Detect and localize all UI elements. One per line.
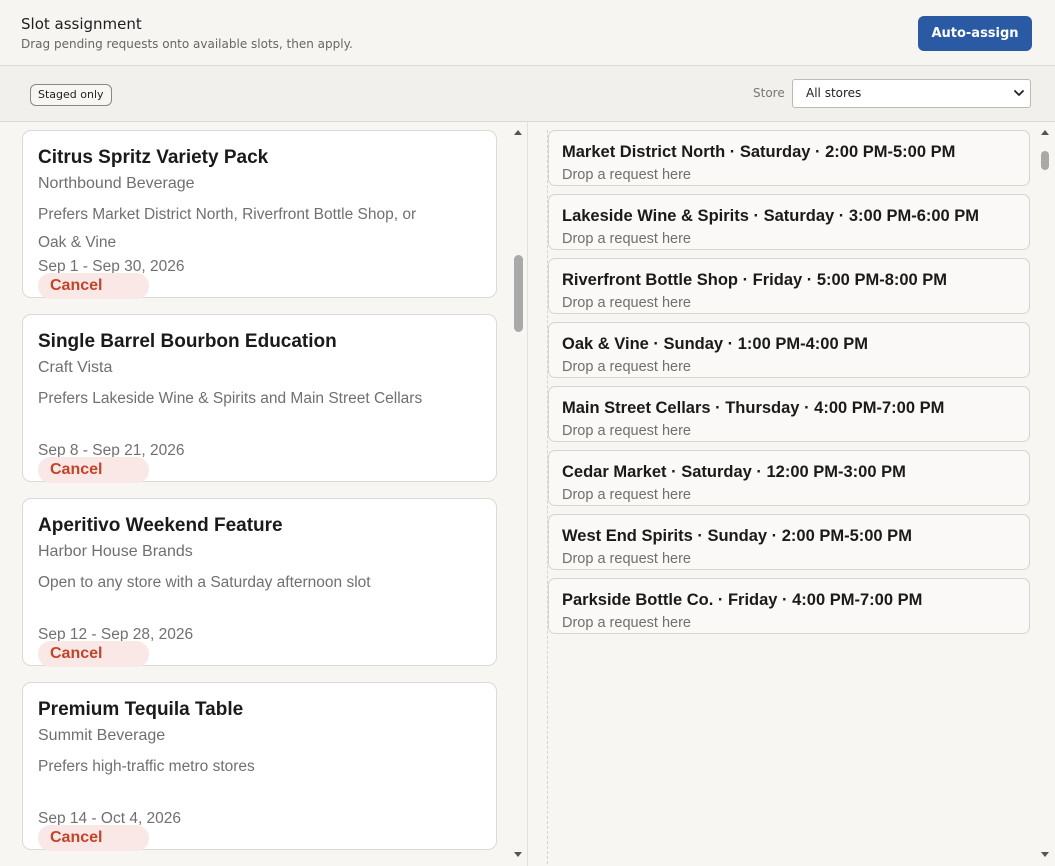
slot-hint: Drop a request here	[562, 295, 691, 311]
slot-title: Lakeside Wine & Spirits · Saturday · 3:0…	[562, 207, 980, 225]
slot-hint: Drop a request here	[562, 423, 691, 439]
request-title: Single Barrel Bourbon Education	[38, 331, 337, 352]
slot-hint: Drop a request here	[562, 359, 691, 375]
request-card[interactable]: Citrus Spritz Variety Pack Northbound Be…	[22, 130, 497, 299]
slot-drop-zone[interactable]: Market District North · Saturday · 2:00 …	[548, 130, 1030, 186]
slot-title: Riverfront Bottle Shop · Friday · 5:00 P…	[562, 271, 948, 289]
slot-drop-zone[interactable]: Main Street Cellars · Thursday · 4:00 PM…	[548, 386, 1030, 442]
slot-list-scrollbar[interactable]	[1041, 151, 1049, 170]
page-title: Slot assignment	[21, 15, 142, 33]
request-preference: Prefers high-traffic metro stores	[38, 758, 255, 775]
store-select[interactable]: All stores	[792, 79, 1031, 108]
slot-title: Parkside Bottle Co. · Friday · 4:00 PM-7…	[562, 591, 923, 609]
slot-drop-zone[interactable]: Oak & Vine · Sunday · 1:00 PM-4:00 PM Dr…	[548, 322, 1030, 378]
slot-hint: Drop a request here	[562, 487, 691, 503]
request-vendor: Craft Vista	[38, 359, 113, 376]
request-card[interactable]: Aperitivo Weekend Feature Harbor House B…	[22, 498, 497, 667]
slot-title: Main Street Cellars · Thursday · 4:00 PM…	[562, 399, 945, 417]
scroll-down-arrow-icon[interactable]	[1040, 851, 1050, 859]
request-preference: Prefers Market District North, Riverfron…	[38, 206, 417, 251]
request-preference: Prefers Lakeside Wine & Spirits and Main…	[38, 390, 423, 407]
slot-drop-zone[interactable]: Riverfront Bottle Shop · Friday · 5:00 P…	[548, 258, 1030, 314]
slot-drop-zone[interactable]: Cedar Market · Saturday · 12:00 PM-3:00 …	[548, 450, 1030, 506]
scroll-up-arrow-icon[interactable]	[513, 128, 523, 136]
request-card[interactable]: Premium Tequila Table Summit Beverage Pr…	[22, 682, 497, 851]
page-subtitle: Drag pending requests onto available slo…	[21, 37, 353, 51]
slot-hint: Drop a request here	[562, 615, 691, 631]
request-title: Premium Tequila Table	[38, 699, 244, 720]
slot-hint: Drop a request here	[562, 551, 691, 567]
pane-divider	[527, 122, 528, 866]
store-filter-label: Store	[753, 86, 785, 100]
staged-only-toggle[interactable]: Staged only	[30, 84, 112, 106]
slot-drop-zone[interactable]: West End Spirits · Sunday · 2:00 PM-5:00…	[548, 514, 1030, 570]
slot-drop-zone[interactable]: Parkside Bottle Co. · Friday · 4:00 PM-7…	[548, 578, 1030, 634]
cancel-button[interactable]: Cancel	[38, 273, 149, 299]
request-preference: Open to any store with a Saturday aftern…	[38, 574, 371, 591]
request-vendor: Harbor House Brands	[38, 543, 193, 560]
request-title: Aperitivo Weekend Feature	[38, 515, 283, 536]
chevron-down-icon	[1014, 90, 1024, 96]
slot-title: Market District North · Saturday · 2:00 …	[562, 143, 956, 161]
request-title: Citrus Spritz Variety Pack	[38, 147, 269, 168]
store-select-value: All stores	[806, 86, 862, 100]
request-vendor: Summit Beverage	[38, 727, 166, 744]
cancel-button[interactable]: Cancel	[38, 457, 149, 483]
slot-title: Cedar Market · Saturday · 12:00 PM-3:00 …	[562, 463, 906, 481]
filter-toolbar: Staged only Store All stores	[0, 66, 1055, 122]
scroll-up-arrow-icon[interactable]	[1040, 128, 1050, 136]
cancel-button[interactable]: Cancel	[38, 641, 149, 667]
slot-hint: Drop a request here	[562, 231, 691, 247]
page-header: Slot assignment Drag pending requests on…	[0, 0, 1055, 66]
slot-drop-zone[interactable]: Lakeside Wine & Spirits · Saturday · 3:0…	[548, 194, 1030, 250]
request-card[interactable]: Single Barrel Bourbon Education Craft Vi…	[22, 314, 497, 483]
scroll-down-arrow-icon[interactable]	[513, 851, 523, 859]
slot-title: Oak & Vine · Sunday · 1:00 PM-4:00 PM	[562, 335, 868, 353]
slot-title: West End Spirits · Sunday · 2:00 PM-5:00…	[562, 527, 912, 545]
cancel-button[interactable]: Cancel	[38, 825, 149, 851]
request-vendor: Northbound Beverage	[38, 175, 195, 192]
auto-assign-button[interactable]: Auto-assign	[918, 16, 1032, 51]
request-list-scrollbar[interactable]	[514, 255, 523, 332]
slot-hint: Drop a request here	[562, 167, 691, 183]
